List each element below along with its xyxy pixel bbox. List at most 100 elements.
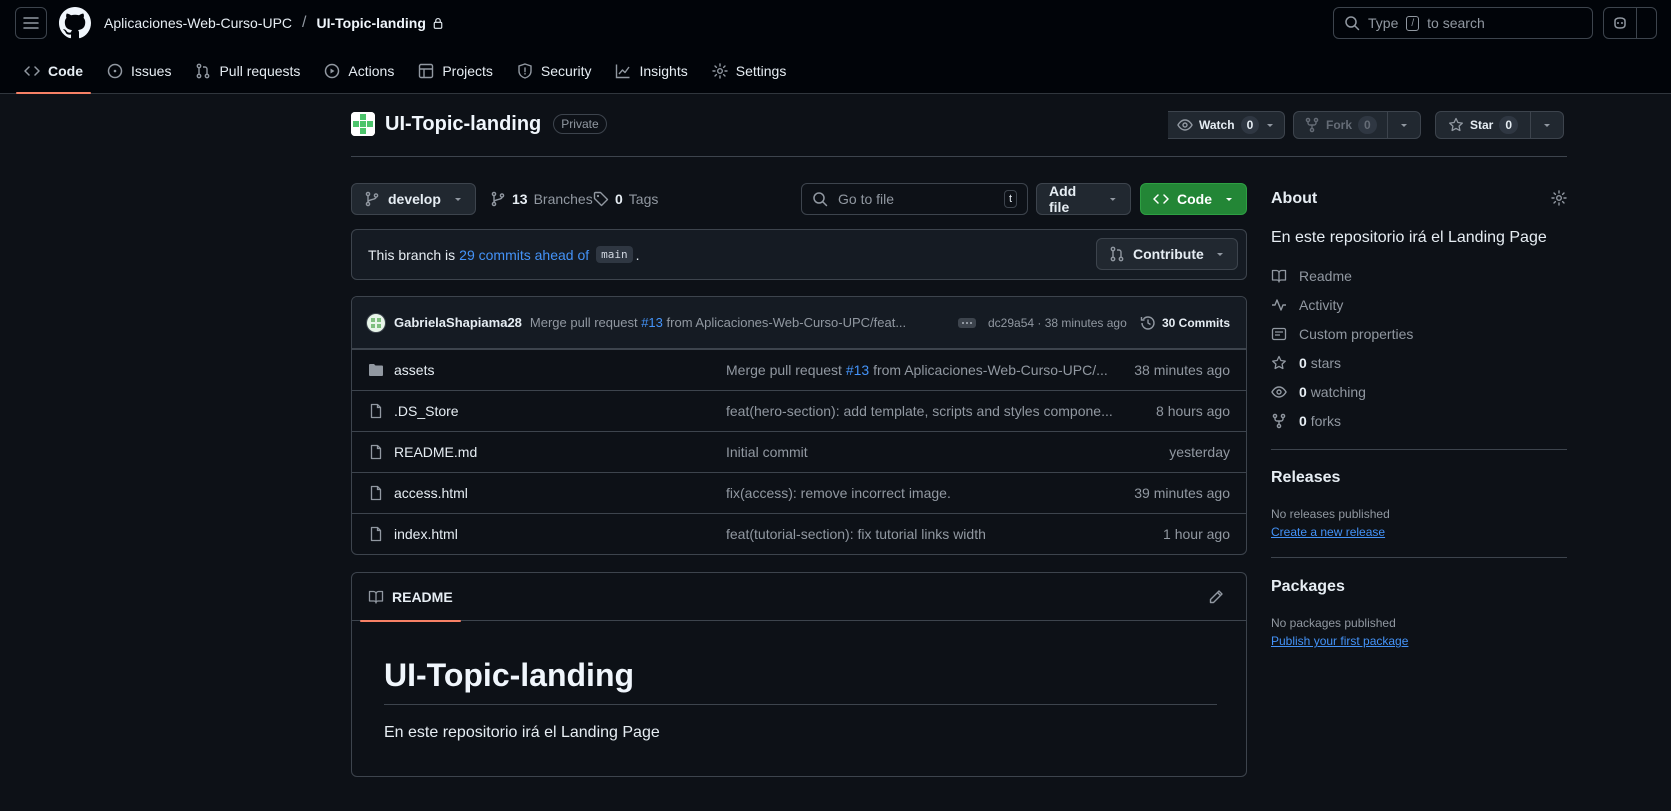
breadcrumb-repo[interactable]: UI-Topic-landing bbox=[316, 15, 425, 31]
branch-selector[interactable]: develop bbox=[351, 183, 476, 215]
sidebar-item-readme[interactable]: Readme bbox=[1271, 268, 1352, 284]
commits-ahead-link[interactable]: 29 commits ahead of bbox=[459, 247, 589, 263]
issue-icon bbox=[107, 63, 123, 79]
branch-name: develop bbox=[388, 191, 441, 207]
watch-group: Watch 0 bbox=[1168, 111, 1286, 139]
fork-dropdown-button[interactable] bbox=[1387, 111, 1421, 139]
avatar[interactable] bbox=[366, 312, 386, 333]
file-commit-message[interactable]: Merge pull request #13 from Aplicaciones… bbox=[726, 362, 1116, 378]
add-file-label: Add file bbox=[1049, 183, 1077, 215]
sidebar-item-forks[interactable]: 0 forks bbox=[1271, 413, 1341, 429]
repo-header: UI-Topic-landing Private bbox=[351, 112, 607, 136]
gear-icon[interactable] bbox=[1551, 190, 1567, 206]
search-input[interactable]: Type / to search bbox=[1333, 7, 1593, 39]
create-release-link[interactable]: Create a new release bbox=[1271, 525, 1385, 539]
file-commit-pr[interactable]: #13 bbox=[846, 362, 869, 378]
tab-pull-requests[interactable]: Pull requests bbox=[187, 55, 308, 87]
commit-message[interactable]: Merge pull request #13 from Aplicaciones… bbox=[530, 315, 906, 330]
file-commit-message[interactable]: feat(hero-section): add template, script… bbox=[726, 403, 1116, 419]
code-icon bbox=[24, 66, 40, 76]
watch-count: 0 bbox=[1240, 116, 1260, 134]
repo-name[interactable]: UI-Topic-landing bbox=[385, 113, 541, 136]
file-commit-message[interactable]: fix(access): remove incorrect image. bbox=[726, 485, 1116, 501]
repo-avatar bbox=[351, 112, 375, 136]
search-icon bbox=[1345, 16, 1360, 31]
readme-divider bbox=[384, 704, 1217, 705]
breadcrumb-owner[interactable]: Aplicaciones-Web-Curso-UPC bbox=[104, 15, 292, 31]
commit-pr-link[interactable]: #13 bbox=[641, 315, 663, 330]
repo-tabs: Code Issues Pull requests Actions Projec… bbox=[16, 55, 802, 94]
tags-link[interactable]: 0 Tags bbox=[593, 183, 658, 215]
readme-tab[interactable]: README bbox=[360, 573, 461, 622]
file-toolbar: develop 13 Branches 0 Tags Go to file t … bbox=[351, 183, 1247, 215]
file-name[interactable]: index.html bbox=[394, 526, 458, 542]
branch-status-suffix: . bbox=[635, 246, 640, 263]
file-name[interactable]: access.html bbox=[394, 485, 468, 501]
add-file-button[interactable]: Add file bbox=[1036, 183, 1131, 215]
pulse-icon bbox=[1272, 299, 1286, 311]
chevron-down-icon bbox=[455, 198, 461, 201]
readme-heading: UI-Topic-landing bbox=[384, 657, 635, 693]
search-suffix: to search bbox=[1427, 15, 1485, 31]
contribute-button[interactable]: Contribute bbox=[1096, 238, 1238, 270]
watching-count: 0 bbox=[1299, 384, 1307, 400]
branch-status-banner: This branch is 29 commits ahead of main … bbox=[351, 229, 1247, 280]
packages-title[interactable]: Packages bbox=[1271, 578, 1345, 596]
commit-meta[interactable]: dc29a54 · 38 minutes ago bbox=[988, 316, 1127, 330]
fork-icon bbox=[1272, 413, 1286, 429]
star-dropdown-button[interactable] bbox=[1531, 111, 1565, 139]
commit-author[interactable]: GabrielaShapiama28 bbox=[394, 315, 522, 330]
tab-actions[interactable]: Actions bbox=[316, 55, 402, 87]
commits-history-link[interactable]: 30 Commits bbox=[1140, 315, 1230, 331]
tab-label: Insights bbox=[639, 63, 688, 79]
copilot-button[interactable] bbox=[1603, 7, 1657, 39]
menu-button[interactable] bbox=[15, 7, 47, 39]
sidebar-item-stars[interactable]: 0 stars bbox=[1271, 355, 1341, 371]
about-description: En este repositorio irá el Landing Page bbox=[1271, 229, 1547, 246]
go-to-file-input[interactable]: Go to file t bbox=[801, 183, 1028, 215]
sidebar-item-watching[interactable]: 0 watching bbox=[1271, 384, 1366, 400]
pencil-icon[interactable] bbox=[1208, 589, 1224, 605]
file-row: .DS_Store feat(hero-section): add templa… bbox=[352, 390, 1246, 431]
tags-count: 0 bbox=[615, 191, 623, 207]
tab-settings[interactable]: Settings bbox=[704, 55, 795, 87]
file-name[interactable]: README.md bbox=[394, 444, 477, 460]
releases-title[interactable]: Releases bbox=[1271, 469, 1340, 487]
file-commit-message[interactable]: Initial commit bbox=[726, 444, 1116, 460]
tab-issues[interactable]: Issues bbox=[99, 55, 179, 87]
file-commit-suffix: from Aplicaciones-Web-Curso-UPC/... bbox=[873, 362, 1108, 378]
star-button[interactable]: Star 0 bbox=[1435, 111, 1532, 139]
file-name[interactable]: assets bbox=[394, 362, 434, 378]
sidebar-item-activity[interactable]: Activity bbox=[1271, 297, 1343, 313]
lock-icon bbox=[433, 17, 443, 29]
file-icon bbox=[370, 403, 382, 419]
watch-label: Watch bbox=[1199, 118, 1235, 132]
tab-code[interactable]: Code bbox=[16, 55, 91, 94]
tags-label: Tags bbox=[628, 191, 659, 207]
watch-button[interactable]: Watch 0 bbox=[1168, 111, 1286, 139]
sidebar-item-custom-properties[interactable]: Custom properties bbox=[1271, 326, 1413, 342]
branches-link[interactable]: 13 Branches bbox=[490, 183, 593, 215]
stars-count: 0 bbox=[1299, 355, 1307, 371]
tab-security[interactable]: Security bbox=[509, 55, 600, 87]
search-shortcut-key: / bbox=[1406, 15, 1420, 31]
file-age: 8 hours ago bbox=[1156, 403, 1230, 419]
publish-package-link[interactable]: Publish your first package bbox=[1271, 634, 1408, 648]
contribute-label: Contribute bbox=[1133, 246, 1204, 262]
expand-commit-message-button[interactable] bbox=[958, 318, 976, 328]
tab-label: Projects bbox=[442, 63, 493, 79]
code-button[interactable]: Code bbox=[1140, 183, 1247, 215]
file-commit-message[interactable]: feat(tutorial-section): fix tutorial lin… bbox=[726, 526, 1116, 542]
file-name[interactable]: .DS_Store bbox=[394, 403, 459, 419]
star-icon bbox=[1272, 355, 1286, 370]
fork-icon bbox=[1305, 117, 1319, 133]
fork-button[interactable]: Fork 0 bbox=[1293, 111, 1388, 139]
readme-body: En este repositorio irá el Landing Page bbox=[384, 724, 660, 741]
github-logo-icon[interactable] bbox=[59, 7, 91, 39]
commits-count: 30 Commits bbox=[1162, 315, 1231, 330]
tab-projects[interactable]: Projects bbox=[410, 55, 501, 87]
tab-label: Pull requests bbox=[219, 63, 301, 79]
tab-label: Security bbox=[540, 63, 592, 79]
file-row: index.html feat(tutorial-section): fix t… bbox=[352, 513, 1246, 554]
tab-insights[interactable]: Insights bbox=[607, 55, 695, 87]
